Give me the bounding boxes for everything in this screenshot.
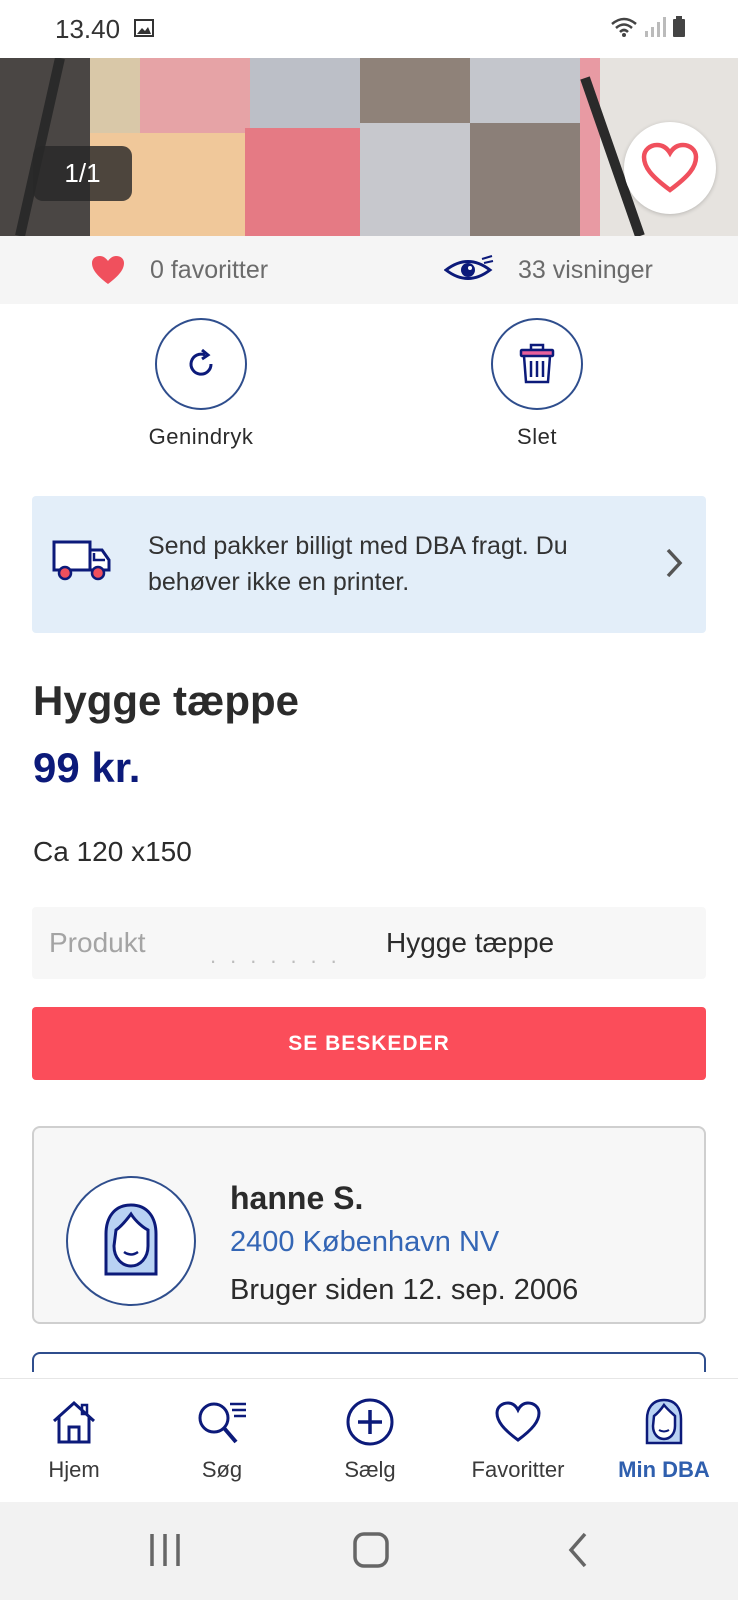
attribute-label: Produkt: [49, 927, 146, 958]
attribute-row: Produkt ....... Hygge tæppe: [32, 907, 706, 979]
search-icon: [198, 1402, 246, 1444]
attribute-dots: .......: [210, 943, 351, 968]
nav-item-search[interactable]: Søg: [148, 1379, 296, 1503]
recent-apps-icon[interactable]: [148, 1530, 182, 1570]
heart-icon: [495, 1401, 541, 1442]
nav-item-sell[interactable]: Sælg: [296, 1379, 444, 1503]
trash-icon: [519, 343, 555, 384]
seller-avatar: [66, 1176, 196, 1306]
status-bar: 13.40: [0, 0, 738, 58]
nav-item-home[interactable]: Hjem: [0, 1379, 148, 1503]
seller-member-since: Bruger siden 12. sep. 2006: [230, 1274, 579, 1306]
delivery-truck-icon: [52, 540, 111, 581]
attribute-value: Hygge tæppe: [386, 927, 555, 958]
nav-label-search: Søg: [201, 1457, 243, 1482]
favorite-button[interactable]: [624, 122, 716, 214]
signal-icon: [645, 17, 666, 37]
status-indicators: [610, 16, 686, 38]
next-card-edge: [32, 1352, 706, 1372]
views-count: 33 visninger: [518, 255, 653, 284]
photo-counter: 1/1: [33, 146, 132, 201]
seller-name: hanne S.: [230, 1180, 364, 1216]
nav-item-favorites[interactable]: Favoritter: [444, 1379, 592, 1503]
listing-photo[interactable]: 1/1: [0, 58, 738, 236]
listing-description: Ca 120 x150: [33, 836, 192, 867]
delete-label: Slet: [517, 424, 557, 449]
seller-card[interactable]: hanne S. 2400 København NV Bruger siden …: [32, 1126, 706, 1324]
eye-icon: [444, 255, 494, 280]
stats-row: 0 favoritter 33 visninger: [0, 236, 738, 304]
wifi-icon: [611, 17, 637, 37]
profile-avatar-icon: [104, 1203, 158, 1276]
delete-button[interactable]: Slet: [462, 318, 612, 450]
back-icon[interactable]: [566, 1530, 590, 1570]
views-stat: 33 visninger: [444, 236, 653, 304]
heart-outline-icon: [641, 142, 699, 193]
home-button-icon[interactable]: [352, 1530, 390, 1570]
listing-title: Hygge tæppe: [33, 677, 300, 724]
profile-icon: [645, 1398, 683, 1445]
shipping-banner-text: Send pakker billigt med DBA fragt. Du be…: [148, 532, 568, 596]
image-notification-icon: [134, 19, 154, 37]
refresh-icon: [189, 348, 213, 376]
status-time: 13.40: [55, 14, 121, 44]
listing-price: 99 kr.: [33, 744, 141, 791]
see-messages-button[interactable]: SE BESKEDER: [32, 1007, 706, 1080]
chevron-right-icon: [666, 548, 683, 578]
nav-label-min-dba: Min DBA: [618, 1457, 710, 1482]
nav-label-favorites: Favoritter: [471, 1457, 565, 1482]
shipping-banner[interactable]: Send pakker billigt med DBA fragt. Du be…: [32, 496, 706, 633]
republish-button[interactable]: Genindryk: [126, 318, 276, 450]
republish-circle[interactable]: [155, 318, 247, 410]
nav-item-min-dba[interactable]: Min DBA: [590, 1379, 738, 1503]
bottom-nav: Hjem Søg Sælg Favoritter Min DBA: [0, 1378, 738, 1502]
seller-location[interactable]: 2400 København NV: [230, 1226, 499, 1259]
nav-label-sell: Sælg: [344, 1457, 396, 1482]
battery-icon: [673, 16, 685, 37]
nav-label-home: Hjem: [48, 1457, 100, 1482]
favorites-stat: 0 favoritter: [90, 236, 268, 304]
republish-label: Genindryk: [148, 424, 254, 449]
heart-filled-icon: [92, 256, 124, 284]
plus-circle-icon: [346, 1398, 394, 1446]
favorites-count: 0 favoritter: [150, 255, 269, 284]
delete-circle[interactable]: [491, 318, 583, 410]
home-icon: [52, 1400, 96, 1444]
system-nav-bar: [0, 1502, 738, 1600]
